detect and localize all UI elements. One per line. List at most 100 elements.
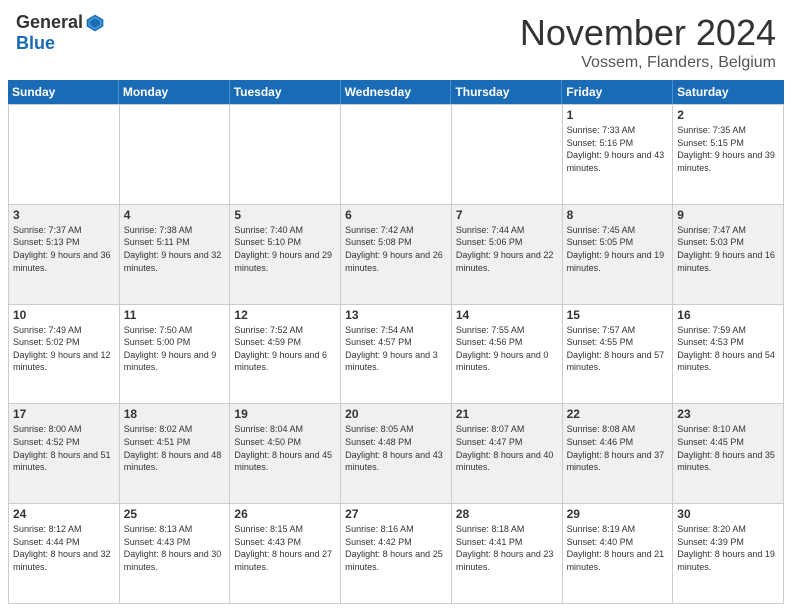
day-info: Sunrise: 7:57 AMSunset: 4:55 PMDaylight:… <box>567 324 669 374</box>
week-4: 17Sunrise: 8:00 AMSunset: 4:52 PMDayligh… <box>9 404 784 504</box>
day-number: 5 <box>234 208 336 222</box>
day-number: 21 <box>456 407 558 421</box>
day-number: 3 <box>13 208 115 222</box>
day-info: Sunrise: 8:00 AMSunset: 4:52 PMDaylight:… <box>13 423 115 473</box>
cal-cell: 22Sunrise: 8:08 AMSunset: 4:46 PMDayligh… <box>563 404 674 504</box>
day-number: 14 <box>456 308 558 322</box>
cal-cell: 12 Sunrise: 7:52 AMSunset: 4:59 PMDayligh… <box>230 305 341 405</box>
day-number: 19 <box>234 407 336 421</box>
calendar-header: SundayMondayTuesdayWednesdayThursdayFrid… <box>8 80 784 104</box>
cal-cell: 14 Sunrise: 7:55 AMSunset: 4:56 PMDayligh… <box>452 305 563 405</box>
day-number: 30 <box>677 507 779 521</box>
cal-cell: 24 Sunrise: 8:12 AMSunset: 4:44 PMDayligh… <box>9 504 120 604</box>
day-number: 1 <box>567 108 669 122</box>
cal-cell: 4Sunrise: 7:38 AMSunset: 5:11 PMDaylight… <box>120 205 231 305</box>
week-3: 10Sunrise: 7:49 AMSunset: 5:02 PMDayligh… <box>9 305 784 405</box>
day-number: 16 <box>677 308 779 322</box>
cal-cell: 13 Sunrise: 7:54 AMSunset: 4:57 PMDayligh… <box>341 305 452 405</box>
cal-cell <box>341 105 452 205</box>
cal-cell: 27Sunrise: 8:16 AMSunset: 4:42 PMDayligh… <box>341 504 452 604</box>
cal-cell <box>120 105 231 205</box>
day-info: Sunrise: 7:54 AMSunset: 4:57 PMDaylight:… <box>345 324 447 374</box>
calendar: SundayMondayTuesdayWednesdayThursdayFrid… <box>0 80 792 612</box>
day-number: 23 <box>677 407 779 421</box>
cal-cell: 10Sunrise: 7:49 AMSunset: 5:02 PMDayligh… <box>9 305 120 405</box>
day-info: Sunrise: 8:18 AMSunset: 4:41 PMDaylight:… <box>456 523 558 573</box>
day-number: 28 <box>456 507 558 521</box>
day-number: 7 <box>456 208 558 222</box>
header-day-tuesday: Tuesday <box>230 80 341 104</box>
day-info: Sunrise: 8:02 AMSunset: 4:51 PMDaylight:… <box>124 423 226 473</box>
cal-cell: 1 Sunrise: 7:33 AMSunset: 5:16 PMDaylight… <box>563 105 674 205</box>
day-info: Sunrise: 7:47 AMSunset: 5:03 PMDaylight:… <box>677 224 779 274</box>
day-number: 10 <box>13 308 115 322</box>
day-number: 13 <box>345 308 447 322</box>
cal-cell <box>9 105 120 205</box>
week-1: 1 Sunrise: 7:33 AMSunset: 5:16 PMDaylight… <box>9 105 784 205</box>
day-info: Sunrise: 8:07 AMSunset: 4:47 PMDaylight:… <box>456 423 558 473</box>
logo-bottom: Blue <box>16 33 105 54</box>
header-day-sunday: Sunday <box>8 80 119 104</box>
location: Vossem, Flanders, Belgium <box>520 54 776 72</box>
day-info: Sunrise: 8:19 AMSunset: 4:40 PMDaylight:… <box>567 523 669 573</box>
cal-cell: 3Sunrise: 7:37 AMSunset: 5:13 PMDaylight… <box>9 205 120 305</box>
day-info: Sunrise: 7:40 AMSunset: 5:10 PMDaylight:… <box>234 224 336 274</box>
day-number: 11 <box>124 308 226 322</box>
page-container: General Blue November 2024 Vossem, Fland… <box>0 0 792 612</box>
logo-text: General <box>16 12 105 33</box>
day-number: 22 <box>567 407 669 421</box>
cal-cell: 21 Sunrise: 8:07 AMSunset: 4:47 PMDayligh… <box>452 404 563 504</box>
page-header: General Blue November 2024 Vossem, Fland… <box>0 0 792 80</box>
day-info: Sunrise: 7:33 AMSunset: 5:16 PMDaylight:… <box>567 124 669 174</box>
week-2: 3Sunrise: 7:37 AMSunset: 5:13 PMDaylight… <box>9 205 784 305</box>
day-number: 29 <box>567 507 669 521</box>
cal-cell: 20 Sunrise: 8:05 AMSunset: 4:48 PMDayligh… <box>341 404 452 504</box>
day-number: 9 <box>677 208 779 222</box>
day-info: Sunrise: 7:55 AMSunset: 4:56 PMDaylight:… <box>456 324 558 374</box>
day-number: 25 <box>124 507 226 521</box>
day-info: Sunrise: 7:35 AMSunset: 5:15 PMDaylight:… <box>677 124 779 174</box>
cal-cell: 25Sunrise: 8:13 AMSunset: 4:43 PMDayligh… <box>120 504 231 604</box>
day-number: 2 <box>677 108 779 122</box>
month-title: November 2024 <box>520 12 776 54</box>
cal-cell: 7 Sunrise: 7:44 AMSunset: 5:06 PMDaylight… <box>452 205 563 305</box>
day-number: 26 <box>234 507 336 521</box>
cal-cell: 6 Sunrise: 7:42 AMSunset: 5:08 PMDaylight… <box>341 205 452 305</box>
day-number: 8 <box>567 208 669 222</box>
cal-cell <box>452 105 563 205</box>
day-info: Sunrise: 7:52 AMSunset: 4:59 PMDaylight:… <box>234 324 336 374</box>
header-day-monday: Monday <box>119 80 230 104</box>
week-5: 24 Sunrise: 8:12 AMSunset: 4:44 PMDayligh… <box>9 504 784 604</box>
logo-icon <box>85 13 105 33</box>
day-info: Sunrise: 8:10 AMSunset: 4:45 PMDaylight:… <box>677 423 779 473</box>
day-info: Sunrise: 8:05 AMSunset: 4:48 PMDaylight:… <box>345 423 447 473</box>
day-info: Sunrise: 8:16 AMSunset: 4:42 PMDaylight:… <box>345 523 447 573</box>
cal-cell: 23 Sunrise: 8:10 AMSunset: 4:45 PMDayligh… <box>673 404 784 504</box>
day-info: Sunrise: 8:12 AMSunset: 4:44 PMDaylight:… <box>13 523 115 573</box>
cal-cell: 17Sunrise: 8:00 AMSunset: 4:52 PMDayligh… <box>9 404 120 504</box>
logo-blue-text: Blue <box>16 33 55 54</box>
day-number: 6 <box>345 208 447 222</box>
day-number: 4 <box>124 208 226 222</box>
cal-cell: 19 Sunrise: 8:04 AMSunset: 4:50 PMDayligh… <box>230 404 341 504</box>
day-info: Sunrise: 7:44 AMSunset: 5:06 PMDaylight:… <box>456 224 558 274</box>
cal-cell: 29 Sunrise: 8:19 AMSunset: 4:40 PMDayligh… <box>563 504 674 604</box>
header-day-saturday: Saturday <box>673 80 784 104</box>
day-info: Sunrise: 7:59 AMSunset: 4:53 PMDaylight:… <box>677 324 779 374</box>
day-number: 24 <box>13 507 115 521</box>
cal-cell: 18Sunrise: 8:02 AMSunset: 4:51 PMDayligh… <box>120 404 231 504</box>
cal-cell: 16 Sunrise: 7:59 AMSunset: 4:53 PMDayligh… <box>673 305 784 405</box>
day-info: Sunrise: 8:20 AMSunset: 4:39 PMDaylight:… <box>677 523 779 573</box>
cal-cell: 2 Sunrise: 7:35 AMSunset: 5:15 PMDaylight… <box>673 105 784 205</box>
day-info: Sunrise: 7:50 AMSunset: 5:00 PMDaylight:… <box>124 324 226 374</box>
day-number: 12 <box>234 308 336 322</box>
cal-cell <box>230 105 341 205</box>
day-info: Sunrise: 7:42 AMSunset: 5:08 PMDaylight:… <box>345 224 447 274</box>
cal-cell: 15 Sunrise: 7:57 AMSunset: 4:55 PMDayligh… <box>563 305 674 405</box>
cal-cell: 9 Sunrise: 7:47 AMSunset: 5:03 PMDaylight… <box>673 205 784 305</box>
header-day-thursday: Thursday <box>451 80 562 104</box>
cal-cell: 28 Sunrise: 8:18 AMSunset: 4:41 PMDayligh… <box>452 504 563 604</box>
day-number: 20 <box>345 407 447 421</box>
day-number: 15 <box>567 308 669 322</box>
day-info: Sunrise: 8:04 AMSunset: 4:50 PMDaylight:… <box>234 423 336 473</box>
